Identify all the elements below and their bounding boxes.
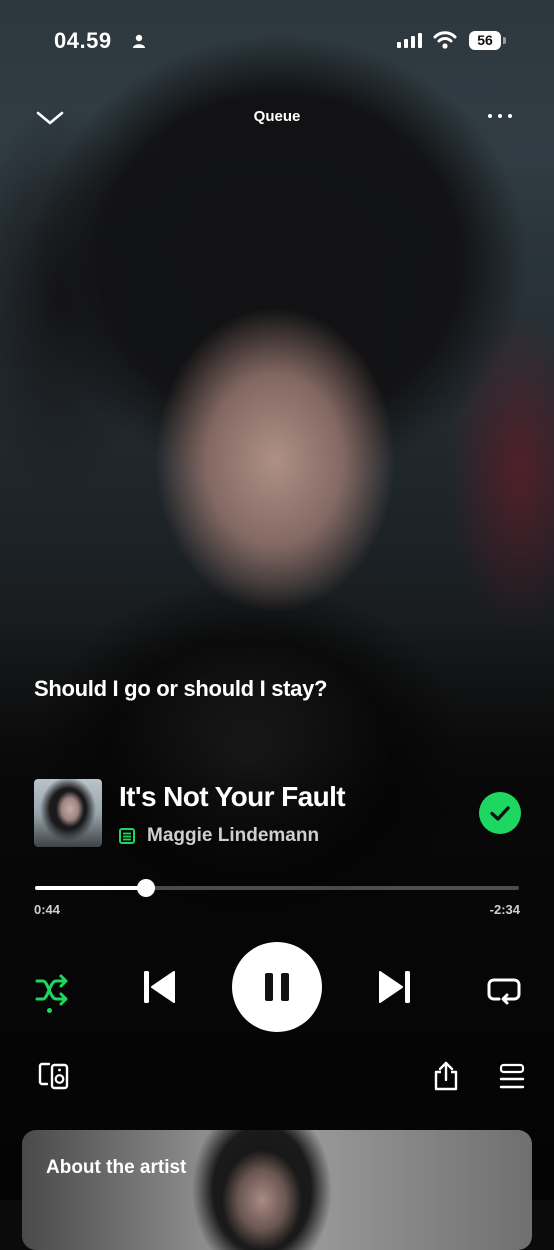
- top-gradient: [0, 0, 554, 160]
- lyrics-badge-icon: [119, 828, 135, 844]
- status-time: 04.59: [54, 28, 112, 53]
- progress-bar[interactable]: [35, 879, 519, 897]
- share-icon[interactable]: [431, 1060, 461, 1092]
- wifi-icon: [433, 31, 457, 49]
- pause-icon: [265, 973, 289, 1001]
- skip-previous-icon[interactable]: [141, 968, 177, 1006]
- shuffle-icon[interactable]: [34, 972, 70, 1008]
- artist-name[interactable]: Maggie Lindemann: [147, 825, 319, 847]
- player-header: Queue: [0, 100, 554, 136]
- status-bar: 04.59 56: [0, 28, 554, 58]
- skip-next-icon[interactable]: [377, 968, 413, 1006]
- remaining-time: -2:34: [489, 902, 520, 917]
- saved-check-button[interactable]: [479, 792, 521, 834]
- repeat-icon[interactable]: [486, 972, 522, 1008]
- more-options-icon[interactable]: [488, 114, 512, 118]
- about-artist-card[interactable]: About the artist: [22, 1130, 532, 1250]
- cellular-signal-icon: [397, 33, 422, 48]
- song-title[interactable]: It's Not Your Fault: [119, 781, 346, 813]
- album-art-thumbnail: [34, 779, 102, 847]
- about-artist-title: About the artist: [46, 1157, 187, 1178]
- person-icon: [133, 34, 145, 48]
- progress-fill: [35, 886, 147, 890]
- pause-button[interactable]: [232, 942, 322, 1032]
- bottom-gradient: [0, 620, 554, 1200]
- header-title: Queue: [253, 108, 301, 125]
- battery-level: 56: [469, 31, 501, 50]
- lyrics-line: Should I go or should I stay?: [34, 676, 328, 701]
- battery-indicator: 56: [469, 31, 507, 50]
- shuffle-active-dot: [47, 1008, 52, 1013]
- connect-device-icon[interactable]: [38, 1060, 70, 1092]
- check-icon: [490, 806, 510, 821]
- battery-tip: [503, 37, 506, 44]
- queue-icon[interactable]: [498, 1060, 526, 1092]
- elapsed-time: 0:44: [34, 902, 61, 917]
